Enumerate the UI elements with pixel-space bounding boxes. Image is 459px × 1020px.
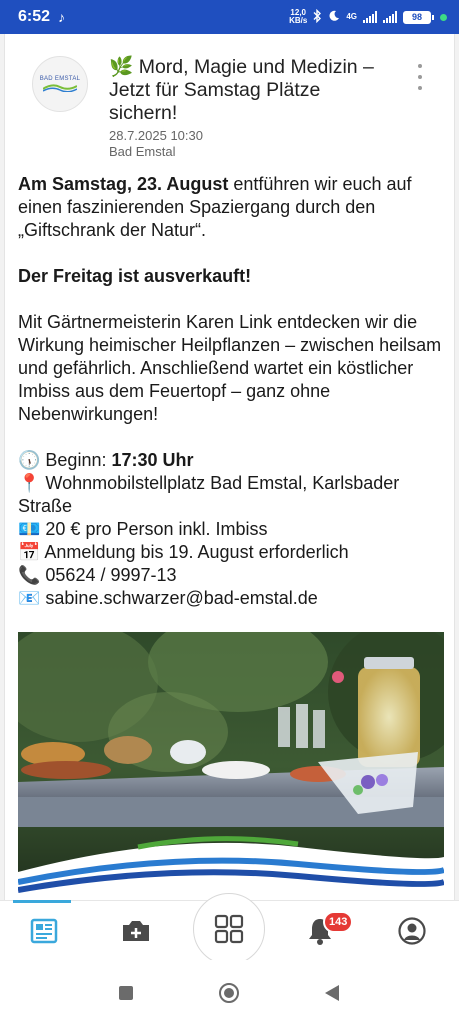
sold-out-text: Der Freitag ist ausverkauft!	[18, 266, 252, 286]
home-button[interactable]	[218, 982, 240, 1009]
do-not-disturb-moon-icon	[328, 10, 340, 25]
post-body: Am Samstag, 23. August entführen wir euc…	[18, 173, 446, 610]
system-navigation-bar	[0, 960, 459, 1020]
profile-icon[interactable]	[392, 913, 432, 949]
intro-paragraph: Am Samstag, 23. August entführen wir euc…	[18, 173, 446, 242]
recent-apps-button[interactable]	[118, 985, 134, 1006]
network-type: 4G	[346, 12, 357, 21]
privacy-indicator-dot	[440, 13, 447, 21]
location-line: 📍 Wohnmobilstellplatz Bad Emstal, Karlsb…	[18, 473, 400, 516]
battery-level: 98	[403, 10, 431, 24]
phone-line[interactable]: 📞 05624 / 9997-13	[18, 564, 446, 587]
active-tab-indicator	[13, 900, 71, 903]
bottom-navigation: 143	[0, 893, 459, 965]
grid-icon[interactable]	[193, 893, 265, 965]
sold-out-notice: Der Freitag ist ausverkauft!	[18, 265, 446, 288]
back-button[interactable]	[324, 984, 340, 1007]
more-options-icon[interactable]	[416, 64, 424, 90]
email-line[interactable]: 📧 sabine.schwarzer@bad-emstal.de	[18, 587, 446, 610]
begin-line: 🕠 Beginn: 17:30 Uhr	[18, 449, 446, 472]
bluetooth-icon	[313, 8, 322, 26]
battery-icon: 98	[403, 10, 434, 24]
news-icon[interactable]	[24, 913, 64, 949]
begin-label: 🕠 Beginn:	[18, 450, 112, 470]
post-date: 28.7.2025 10:30	[109, 128, 203, 143]
post-author[interactable]: Bad Emstal	[109, 144, 203, 160]
net-speed-unit: KB/s	[289, 16, 308, 25]
status-icons: 12,0 KB/s 4G 98	[289, 8, 447, 26]
status-bar: 6:52 ♪ 12,0 KB/s 4G 98	[0, 0, 459, 34]
logo-wave-icon	[43, 84, 77, 92]
signal-icon-1	[363, 11, 377, 23]
post-card: BAD EMSTAL 🌿 Mord, Magie und Medizin – J…	[4, 34, 455, 900]
notification-count-badge: 143	[323, 911, 354, 933]
registration-line: 📅 Anmeldung bis 19. August erforderlich	[18, 542, 349, 562]
status-time: 6:52	[18, 8, 51, 25]
signal-icon-2	[383, 11, 397, 23]
post-meta: 28.7.2025 10:30 Bad Emstal	[109, 128, 203, 160]
camera-plus-icon[interactable]	[116, 913, 156, 949]
post-image[interactable]	[18, 632, 444, 900]
net-speed: 12,0 KB/s	[289, 9, 307, 25]
begin-time: 17:30 Uhr	[111, 450, 194, 470]
author-avatar[interactable]: BAD EMSTAL	[32, 56, 88, 112]
event-photo-illustration	[18, 632, 444, 900]
post-title: 🌿 Mord, Magie und Medizin – Jetzt für Sa…	[109, 56, 374, 124]
intro-bold: Am Samstag, 23. August	[18, 174, 229, 194]
price-line: 💶 20 € pro Person inkl. Imbiss	[18, 519, 268, 539]
tiktok-notification-icon: ♪	[58, 9, 66, 25]
description-paragraph: Mit Gärtnermeisterin Karen Link entdecke…	[18, 312, 442, 424]
